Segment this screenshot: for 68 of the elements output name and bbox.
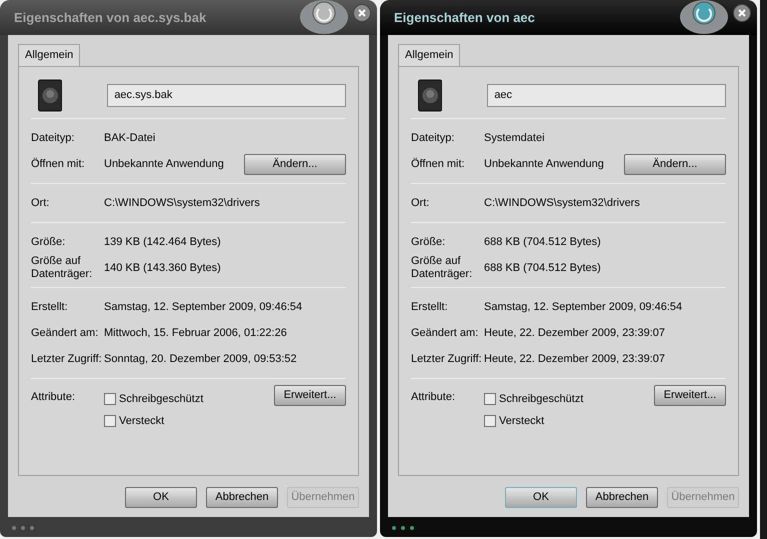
- dialog-button[interactable]: Abbrechen: [586, 487, 658, 508]
- checkbox-label: Versteckt: [119, 414, 164, 428]
- property-label: Geändert am:: [411, 326, 480, 340]
- property-value: Heute, 22. Dezember 2009, 23:39:07: [484, 352, 666, 367]
- checkbox[interactable]: [104, 393, 116, 406]
- window-title: Eigenschaften von aec.sys.bak: [14, 8, 206, 27]
- filename-field[interactable]: aec: [487, 84, 726, 107]
- close-icon: [358, 9, 366, 17]
- property-value: Systemdatei: [484, 130, 545, 146]
- checkbox[interactable]: [104, 414, 116, 427]
- property-value: C:\WINDOWS\system32\drivers: [104, 196, 260, 211]
- dialog-button[interactable]: Ändern...: [624, 154, 726, 174]
- window-orb-icon: [679, 0, 729, 36]
- window-title: Eigenschaften von aec: [394, 8, 535, 27]
- property-value: 688 KB (704.512 Bytes): [484, 234, 601, 250]
- property-value: Samstag, 12. September 2009, 09:46:54: [104, 300, 302, 315]
- property-label: Geändert am:: [31, 326, 100, 340]
- dialog-button[interactable]: Erweitert...: [654, 385, 726, 406]
- property-label: Attribute:: [411, 391, 456, 404]
- property-value: BAK-Datei: [104, 130, 156, 146]
- status-light-icon: [12, 526, 16, 530]
- property-label: Letzter Zugriff:: [31, 352, 103, 366]
- property-label: Größe:: [411, 236, 446, 248]
- property-label: Größe:: [31, 236, 66, 248]
- tab[interactable]: Allgemein: [18, 44, 80, 66]
- property-value: 688 KB (704.512 Bytes): [484, 260, 601, 276]
- tab[interactable]: Allgemein: [398, 44, 460, 66]
- close-icon: [738, 9, 746, 17]
- property-label: Größe auf Datenträger:: [31, 255, 94, 281]
- property-value: Sonntag, 20. Dezember 2009, 09:53:52: [104, 352, 297, 367]
- property-label: Öffnen mit:: [411, 158, 466, 170]
- property-value: Unbekannte Anwendung: [484, 156, 605, 172]
- window-orb-icon: [299, 0, 349, 36]
- property-label: Dateityp:: [31, 132, 76, 144]
- status-light-icon: [410, 526, 414, 530]
- checkbox-label: Versteckt: [499, 414, 544, 428]
- status-light-icon: [392, 526, 396, 530]
- property-value: Samstag, 12. September 2009, 09:46:54: [484, 300, 682, 315]
- file-icon: [38, 79, 62, 112]
- dialog-button[interactable]: OK: [125, 487, 197, 508]
- dialog-button[interactable]: Ändern...: [244, 154, 346, 174]
- property-label: Letzter Zugriff:: [411, 352, 483, 366]
- filename-field[interactable]: aec.sys.bak: [107, 84, 346, 107]
- status-light-icon: [401, 526, 405, 530]
- dialog-button[interactable]: Erweitert...: [274, 385, 346, 406]
- property-label: Erstellt:: [411, 300, 449, 314]
- property-label: Ort:: [411, 196, 430, 210]
- property-value: Heute, 22. Dezember 2009, 23:39:07: [484, 326, 666, 341]
- status-light-icon: [21, 526, 25, 530]
- property-label: Ort:: [31, 196, 50, 210]
- dialog-button[interactable]: Abbrechen: [206, 487, 278, 508]
- property-value: Mittwoch, 15. Februar 2006, 01:22:26: [104, 326, 287, 341]
- property-label: Attribute:: [31, 391, 76, 404]
- property-label: Öffnen mit:: [31, 158, 86, 170]
- property-value: Unbekannte Anwendung: [104, 156, 225, 172]
- property-value: 140 KB (143.360 Bytes): [104, 260, 221, 276]
- checkbox[interactable]: [484, 414, 496, 427]
- property-label: Erstellt:: [31, 300, 69, 314]
- property-value: C:\WINDOWS\system32\drivers: [484, 196, 640, 211]
- file-icon: [418, 79, 442, 112]
- checkbox-label: Schreibgeschützt: [499, 392, 584, 407]
- property-label: Dateityp:: [411, 132, 456, 144]
- property-value: 139 KB (142.464 Bytes): [104, 234, 221, 250]
- dialog-button[interactable]: OK: [505, 487, 577, 508]
- checkbox-label: Schreibgeschützt: [119, 392, 204, 407]
- status-light-icon: [30, 526, 34, 530]
- property-label: Größe auf Datenträger:: [411, 255, 474, 281]
- checkbox[interactable]: [484, 393, 496, 406]
